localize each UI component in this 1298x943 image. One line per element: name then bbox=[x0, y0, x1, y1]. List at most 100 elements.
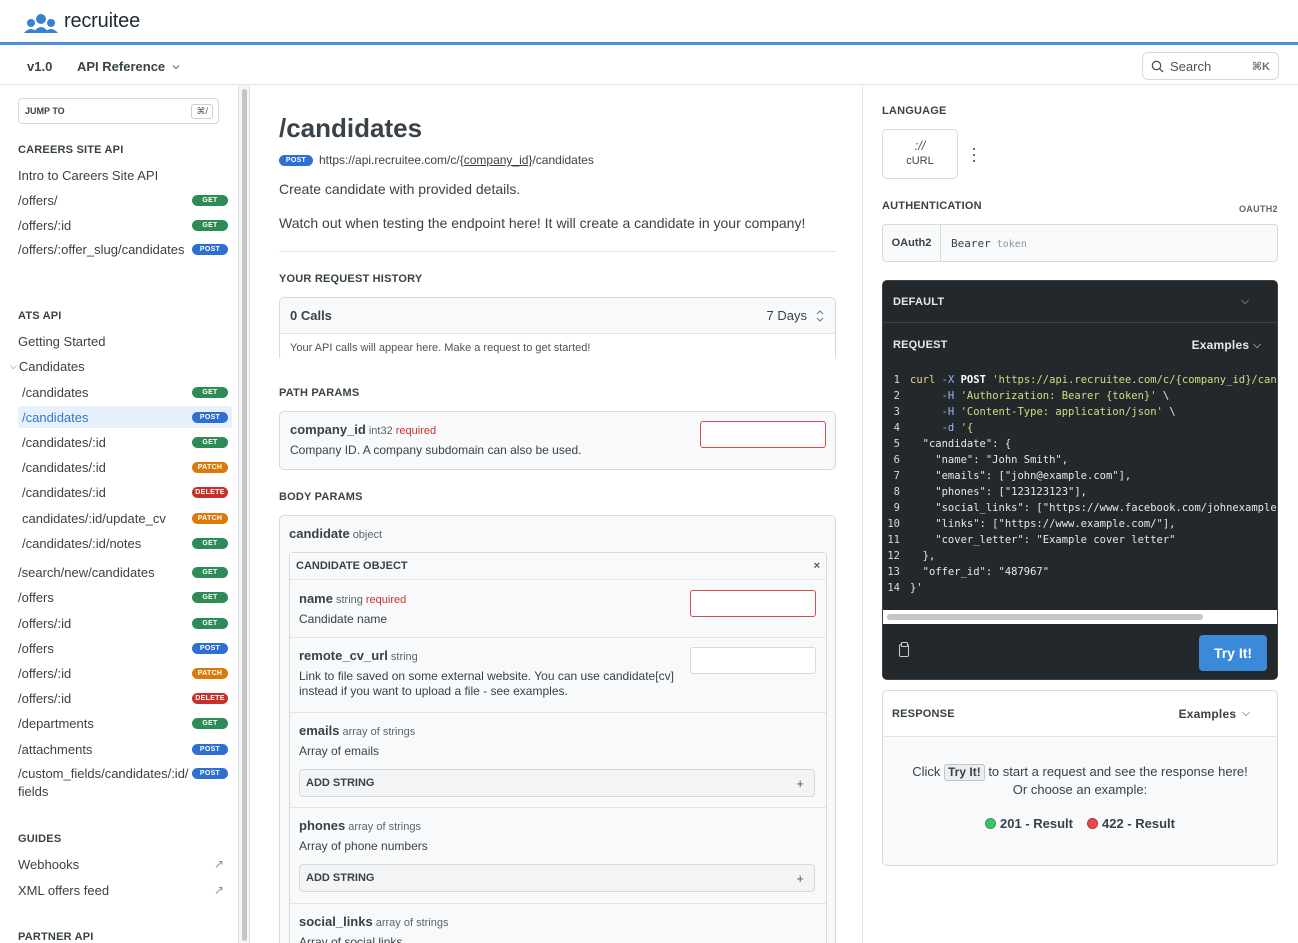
sidebar-item-custom-fields[interactable]: /custom_fields/candidates/:id/fields POST bbox=[14, 765, 232, 801]
api-reference-label: API Reference bbox=[77, 59, 166, 74]
sidebar-item-offer-candidates[interactable]: /offers/:offer_slug/candidates POST bbox=[14, 241, 232, 277]
chevron-down-icon: ⌵ bbox=[10, 360, 17, 371]
url-text: https://api.recruitee.com/c/{company_id}… bbox=[319, 153, 594, 167]
company-id-input[interactable] bbox=[700, 421, 826, 448]
try-it-panel: LANGUAGE :// cURL · · · AUTHENTICATION OAU… bbox=[864, 85, 1298, 943]
example-label: 422 - Result bbox=[1102, 816, 1175, 831]
sidebar-item-departments[interactable]: /departments GET bbox=[14, 712, 232, 734]
code-line: 9 "social_links": ["https://www.facebook… bbox=[893, 502, 1278, 514]
example-422[interactable]: 422 - Result bbox=[1087, 815, 1175, 833]
request-history-empty: Your API calls will appear here. Make a … bbox=[280, 334, 835, 362]
field-social-links: social_links array of strings Array of so… bbox=[290, 904, 826, 943]
param-required: required bbox=[395, 425, 437, 437]
code-horizontal-scrollbar[interactable] bbox=[883, 610, 1277, 624]
code-line: 3 -H 'Content-Type: application/json' \ bbox=[893, 406, 1176, 418]
brand-logo[interactable]: recruitee bbox=[23, 10, 140, 33]
language-curl[interactable]: :// cURL bbox=[882, 129, 958, 179]
sidebar-item-label: /candidates/:id/notes bbox=[22, 535, 142, 551]
request-history-box: 0 Calls 7 Days Your API calls will appea… bbox=[279, 297, 836, 362]
method-badge: POST bbox=[279, 154, 313, 166]
param-name: name bbox=[299, 591, 333, 606]
add-email-button[interactable]: ADD STRING + bbox=[299, 769, 815, 797]
recruitee-logo-icon bbox=[24, 13, 58, 33]
param-type: array of strings bbox=[342, 726, 416, 738]
sidebar-item-candidate-patch[interactable]: /candidates/:id PATCH bbox=[18, 456, 232, 478]
search-icon bbox=[1151, 60, 1164, 72]
example-label: 201 - Result bbox=[1000, 816, 1073, 831]
sidebar-item-candidate-get[interactable]: /candidates/:id GET bbox=[18, 431, 232, 453]
sidebar-item-webhooks[interactable]: Webhooks ↗ bbox=[14, 853, 232, 875]
sidebar-scrollbar[interactable] bbox=[238, 85, 250, 943]
search-label: Search bbox=[1170, 58, 1212, 74]
sidebar-item-candidate-delete[interactable]: /candidates/:id DELETE bbox=[18, 481, 232, 503]
main-content: /candidates POST https://api.recruitee.c… bbox=[250, 85, 863, 943]
copy-clipboard-icon[interactable] bbox=[899, 642, 909, 657]
param-type: array of strings bbox=[348, 821, 421, 833]
sidebar-item-search-candidates[interactable]: /search/new/candidates GET bbox=[14, 561, 232, 583]
search-button[interactable]: Search ⌘K bbox=[1142, 52, 1279, 80]
request-history-header: 0 Calls 7 Days bbox=[280, 298, 835, 334]
name-input[interactable] bbox=[690, 590, 816, 617]
request-examples-button[interactable]: Examples bbox=[1192, 338, 1250, 352]
authentication-heading: AUTHENTICATION bbox=[882, 200, 982, 212]
auth-type-label: OAUTH2 bbox=[1239, 204, 1278, 214]
range-value: 7 Days bbox=[766, 308, 807, 323]
scrollbar-thumb[interactable] bbox=[887, 614, 1203, 620]
sidebar-item-label: /candidates bbox=[22, 409, 89, 425]
sidebar-item-label: candidates/:id/update_cv bbox=[22, 510, 166, 526]
close-icon[interactable]: × bbox=[814, 560, 820, 572]
chevron-down-icon bbox=[172, 64, 180, 69]
external-link-icon: ↗ bbox=[213, 883, 224, 897]
sidebar-item-label: Intro to Careers Site API bbox=[18, 167, 159, 183]
method-badge: POST bbox=[192, 768, 228, 779]
sidebar-item-candidates-post[interactable]: /candidates POST bbox=[18, 406, 232, 428]
add-phone-button[interactable]: ADD STRING + bbox=[299, 864, 815, 892]
field-remote-cv-url: remote_cv_url string Link to file saved o… bbox=[290, 638, 826, 713]
jump-to-label: JUMP TO bbox=[25, 106, 65, 116]
sidebar-item-notes[interactable]: /candidates/:id/notes GET bbox=[18, 532, 232, 554]
version-selector[interactable]: v1.0 bbox=[27, 59, 52, 74]
sidebar-item-offers-get[interactable]: /offers GET bbox=[14, 586, 232, 608]
section-heading-careers: CAREERS SITE API bbox=[18, 144, 124, 156]
sidebar-item-offer-get[interactable]: /offers/:id GET bbox=[14, 612, 232, 634]
sidebar-group-candidates[interactable]: ⌵ Candidates bbox=[6, 355, 224, 377]
sidebar-item-candidates-get[interactable]: /candidates GET bbox=[18, 381, 232, 403]
example-201[interactable]: 201 - Result bbox=[985, 815, 1073, 833]
sidebar-item-offers-id[interactable]: /offers/:id GET bbox=[14, 214, 232, 236]
try-it-button[interactable]: Try It! bbox=[1199, 635, 1267, 671]
remote-cv-url-input[interactable] bbox=[690, 647, 816, 674]
auth-label: OAuth2 bbox=[883, 225, 941, 261]
sidebar-item-attachments[interactable]: /attachments POST bbox=[14, 738, 232, 760]
example-list: 201 - Result 422 - Result bbox=[883, 815, 1277, 833]
response-empty-state: Click Try It! to start a request and see… bbox=[883, 737, 1277, 833]
range-selector[interactable]: 7 Days bbox=[767, 308, 825, 323]
sidebar-item-xml-feed[interactable]: XML offers feed ↗ bbox=[14, 879, 232, 901]
code-line: 13 "offer_id": "487967" bbox=[887, 566, 1050, 578]
code-default-header[interactable]: DEFAULT ⌵ bbox=[883, 281, 1277, 323]
api-reference-menu[interactable]: API Reference bbox=[77, 59, 181, 74]
bearer-token-input[interactable]: Bearer token bbox=[941, 237, 1027, 250]
param-type: array of strings bbox=[375, 917, 449, 929]
sidebar-item-update-cv[interactable]: candidates/:id/update_cv PATCH bbox=[18, 507, 232, 529]
chevron-down-icon: ⌵ bbox=[1241, 296, 1249, 307]
body-param-candidate: candidate object CANDIDATE OBJECT × name s… bbox=[279, 515, 836, 943]
sidebar-item-offers[interactable]: /offers/GET bbox=[14, 189, 232, 211]
sidebar-item-offer-delete[interactable]: /offers/:id DELETE bbox=[14, 687, 232, 709]
sidebar-item-offer-patch[interactable]: /offers/:id PATCH bbox=[14, 662, 232, 684]
sidebar-item-label: /candidates/:id bbox=[22, 459, 106, 475]
sidebar-item-label: /attachments bbox=[18, 741, 93, 757]
response-examples-button[interactable]: Examples bbox=[1179, 707, 1237, 721]
more-options-icon[interactable]: · · · bbox=[971, 139, 977, 169]
method-badge: POST bbox=[192, 411, 228, 423]
sidebar-item-getting-started[interactable]: Getting Started bbox=[14, 330, 232, 352]
scrollbar-thumb[interactable] bbox=[242, 89, 247, 941]
sidebar-item-label: /offers/:id bbox=[18, 665, 72, 681]
plus-icon: + bbox=[796, 870, 804, 886]
method-badge: DELETE bbox=[192, 692, 228, 704]
calls-count: 0 Calls bbox=[290, 308, 332, 323]
jump-to-input[interactable]: JUMP TO ⌘/ bbox=[18, 98, 219, 124]
sidebar-item-intro-careers[interactable]: Intro to Careers Site API bbox=[14, 164, 232, 186]
code-sample: DEFAULT ⌵ REQUEST Examples ⌵ 1 curl -X PO… bbox=[882, 280, 1278, 680]
sidebar-item-offers-post[interactable]: /offers POST bbox=[14, 637, 232, 659]
sidebar-item-label: /offers/:id bbox=[18, 615, 72, 631]
